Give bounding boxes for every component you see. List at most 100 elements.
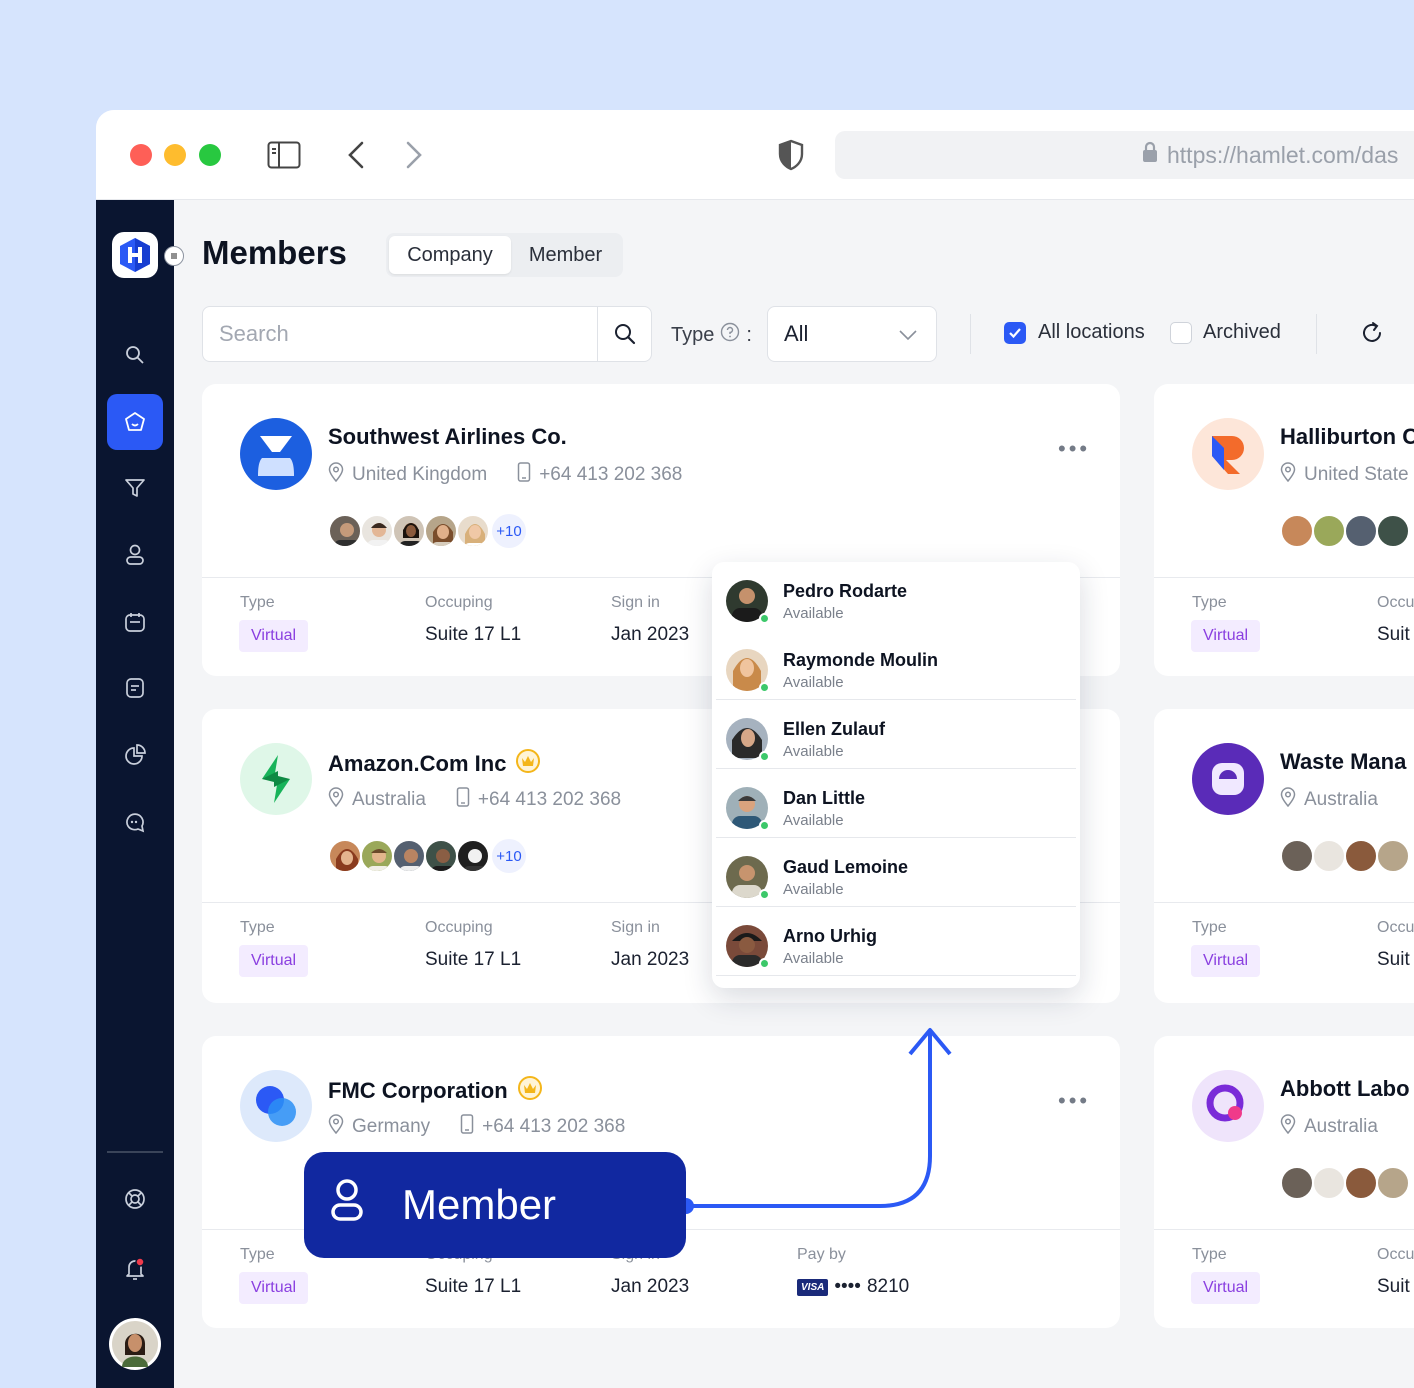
type-field-label: Type <box>240 594 275 611</box>
refresh-icon[interactable] <box>1359 320 1385 351</box>
more-options-icon[interactable]: ••• <box>1058 436 1090 462</box>
company-name: Amazon.Com Inc <box>328 749 541 779</box>
notification-bell-icon[interactable] <box>107 1241 163 1297</box>
help-icon[interactable] <box>720 322 740 348</box>
browser-window: https://hamlet.com/das Members Company M… <box>96 110 1414 1388</box>
member-avatar <box>328 839 362 873</box>
hamlet-logo[interactable] <box>112 232 158 278</box>
shield-icon[interactable] <box>773 138 809 172</box>
occuping-field-label: Occu <box>1377 1246 1414 1263</box>
member-avatars[interactable] <box>1280 1166 1410 1200</box>
member-avatar <box>1280 1166 1314 1200</box>
close-window-button[interactable] <box>130 144 152 166</box>
search-button[interactable] <box>597 307 651 361</box>
member-name: Pedro Rodarte <box>783 581 908 601</box>
connector-arrow <box>678 1028 952 1214</box>
company-meta: Australia +64 413 202 368 <box>328 787 621 813</box>
collapse-sidebar-icon[interactable] <box>164 246 184 266</box>
chat-icon[interactable] <box>107 794 163 850</box>
funnel-icon[interactable] <box>107 460 163 516</box>
company-card[interactable]: Abbott Labo Australia Type Virtual Occu … <box>1154 1036 1414 1328</box>
url-text: https://hamlet.com/das <box>1167 141 1399 168</box>
member-avatar <box>1344 514 1378 548</box>
occuping-value: Suite 17 L1 <box>425 624 522 645</box>
calendar-icon[interactable] <box>107 594 163 650</box>
document-icon[interactable] <box>107 660 163 716</box>
online-status-icon <box>759 613 770 624</box>
member-avatar <box>1344 1166 1378 1200</box>
company-name: Southwest Airlines Co. <box>328 424 567 450</box>
type-label-text: Type <box>671 323 715 346</box>
all-locations-label[interactable]: All locations <box>1038 321 1145 344</box>
list-item[interactable]: Ellen Zulauf Available <box>712 700 1080 769</box>
company-name: Halliburton C <box>1280 424 1414 450</box>
member-avatars[interactable] <box>1280 514 1410 548</box>
company-name-text: Waste Mana <box>1280 749 1407 774</box>
forward-arrow-icon[interactable] <box>396 138 432 172</box>
member-status: Available <box>783 743 844 760</box>
list-item[interactable]: Dan Little Available <box>712 769 1080 838</box>
member-avatar <box>1280 839 1314 873</box>
premium-crown-icon <box>516 749 541 779</box>
type-tag: Virtual <box>239 620 309 652</box>
more-members-badge[interactable]: +10 <box>492 514 526 548</box>
sign-in-value: Jan 2023 <box>611 624 690 645</box>
all-locations-checkbox[interactable] <box>1004 322 1026 344</box>
member-avatars[interactable]: +10 <box>328 514 526 548</box>
company-card[interactable]: Halliburton C United State Type Virtual … <box>1154 384 1414 676</box>
member-avatar <box>1312 514 1346 548</box>
member-avatars[interactable]: +10 <box>328 839 526 873</box>
pie-chart-icon[interactable] <box>107 727 163 783</box>
search-icon[interactable] <box>107 327 163 383</box>
occuping-value: Suit <box>1377 624 1410 645</box>
member-avatar <box>392 514 426 548</box>
user-icon <box>330 1178 364 1232</box>
card-divider <box>1154 902 1414 903</box>
archived-label[interactable]: Archived <box>1203 321 1281 344</box>
search-box <box>202 306 652 362</box>
zoom-window-button[interactable] <box>199 144 221 166</box>
online-status-icon <box>759 889 770 900</box>
company-card[interactable]: Waste Mana Australia Type Virtual Occu S… <box>1154 709 1414 1003</box>
current-user-avatar[interactable] <box>109 1318 161 1370</box>
occuping-value: Suite 17 L1 <box>425 1276 522 1297</box>
minimize-window-button[interactable] <box>164 144 186 166</box>
list-item[interactable]: Arno Urhig Available <box>712 907 1080 976</box>
archived-checkbox[interactable] <box>1170 322 1192 344</box>
background-frame: https://hamlet.com/das Members Company M… <box>0 0 1414 1388</box>
company-country: Australia <box>352 789 426 810</box>
type-tag: Virtual <box>239 945 309 977</box>
company-name-text: Amazon.Com Inc <box>328 751 507 776</box>
page-title: Members <box>202 234 347 271</box>
back-arrow-icon[interactable] <box>338 138 374 172</box>
more-options-icon[interactable]: ••• <box>1058 1088 1090 1114</box>
member-avatar <box>360 839 394 873</box>
member-avatar <box>1344 839 1378 873</box>
user-icon[interactable] <box>107 527 163 583</box>
tab-company[interactable]: Company <box>389 236 511 274</box>
more-members-badge[interactable]: +10 <box>492 839 526 873</box>
lock-icon <box>1141 140 1159 170</box>
support-icon[interactable] <box>107 1171 163 1227</box>
sidebar-toggle-icon[interactable] <box>266 138 302 172</box>
address-bar[interactable]: https://hamlet.com/das <box>835 131 1414 179</box>
type-tag: Virtual <box>1191 620 1261 652</box>
list-item[interactable]: Pedro Rodarte Available <box>712 562 1080 631</box>
type-tag: Virtual <box>1191 1272 1261 1304</box>
masked-card-dots: •••• <box>834 1276 861 1297</box>
list-item[interactable]: Raymonde Moulin Available <box>712 631 1080 700</box>
company-meta: Australia <box>1280 787 1378 813</box>
member-avatars[interactable] <box>1280 839 1410 873</box>
list-item[interactable]: Gaud Lemoine Available <box>712 838 1080 907</box>
sign-in-value: Jan 2023 <box>611 1276 690 1297</box>
member-avatar <box>392 839 426 873</box>
company-country: Australia <box>1304 789 1378 810</box>
home-icon[interactable] <box>107 394 163 450</box>
occuping-field-label: Occuping <box>425 919 493 936</box>
location-pin-icon <box>1280 462 1296 488</box>
search-input[interactable] <box>203 307 599 361</box>
tab-member[interactable]: Member <box>511 236 620 274</box>
member-status: Available <box>783 950 844 967</box>
location-pin-icon <box>328 1114 344 1140</box>
type-select[interactable]: All <box>767 306 937 362</box>
